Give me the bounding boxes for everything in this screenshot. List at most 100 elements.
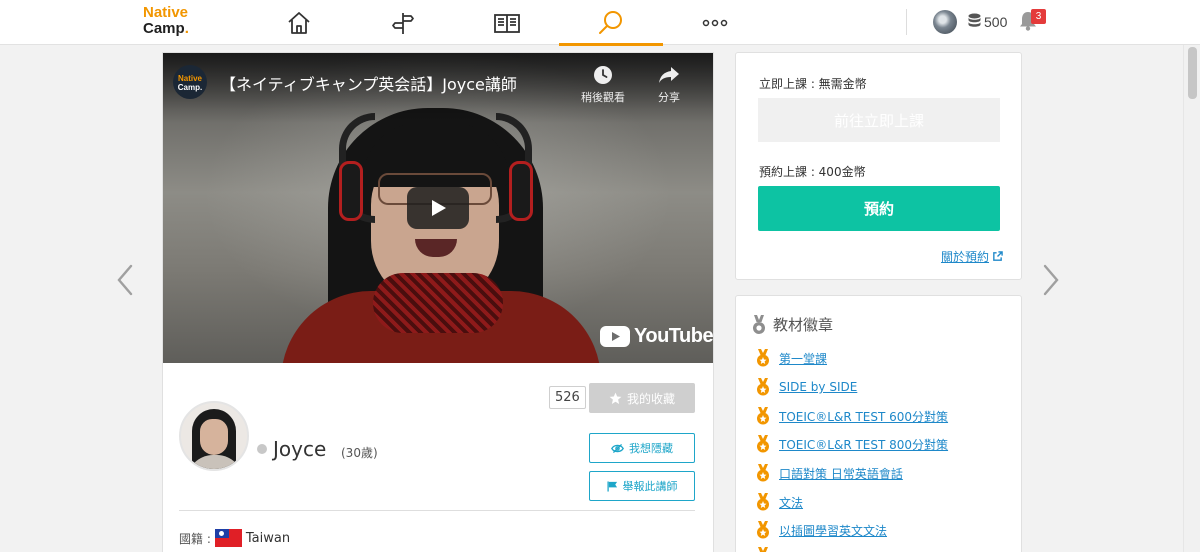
logo-line-2: Camp bbox=[143, 20, 185, 37]
flag-icon bbox=[606, 480, 617, 492]
badge-label: SIDE by SIDE bbox=[779, 380, 858, 394]
intro-video-player[interactable]: Native Camp. 【ネイティブキャンプ英会話】Joyce講師 稍後觀看 … bbox=[163, 53, 713, 363]
textbook-badges-card: 教材徽章 第一堂課 SIDE by SIDE TOEIC®L&R TEST 60… bbox=[735, 295, 1022, 552]
youtube-wordmark: YouTube bbox=[634, 325, 713, 347]
nationality-country: Taiwan bbox=[245, 530, 291, 546]
badge-label: 文法 bbox=[779, 495, 804, 510]
chevron-right-icon bbox=[1043, 264, 1059, 296]
watch-later-button[interactable]: 稍後觀看 bbox=[581, 65, 625, 105]
previous-teacher-button[interactable] bbox=[113, 262, 137, 298]
coin-stack-icon bbox=[968, 13, 981, 27]
teacher-avatar bbox=[179, 401, 249, 471]
nav-search[interactable] bbox=[559, 0, 663, 46]
favorite-count: 526 bbox=[549, 386, 586, 409]
badge-label: TOEIC®L&R TEST 800分對策 bbox=[779, 437, 949, 452]
report-teacher-button[interactable]: 舉報此講師 bbox=[589, 471, 695, 501]
play-icon bbox=[432, 200, 446, 216]
orange-medal-icon bbox=[757, 435, 769, 453]
badges-header: 教材徽章 bbox=[752, 314, 833, 335]
coin-count: 500 bbox=[984, 14, 1008, 30]
reserve-lesson-label: 預約上課 : 400金幣 bbox=[759, 165, 866, 179]
badges-title: 教材徽章 bbox=[773, 316, 834, 334]
search-icon bbox=[599, 10, 622, 34]
badge-item[interactable]: 第一堂課 bbox=[756, 349, 827, 367]
about-reservation-label: 關於預約 bbox=[940, 250, 989, 264]
signpost-icon bbox=[392, 12, 414, 34]
scrollbar-thumb[interactable] bbox=[1188, 47, 1197, 99]
avatar-face bbox=[200, 419, 228, 455]
badge-item[interactable] bbox=[756, 547, 770, 552]
orange-medal-icon bbox=[757, 521, 769, 539]
orange-medal-icon bbox=[757, 378, 769, 396]
booking-card: 立即上課 : 無需金幣 前往立即上課 預約上課 : 400金幣 預約 關於預約 bbox=[735, 52, 1022, 280]
report-teacher-label: 舉報此講師 bbox=[622, 480, 678, 493]
about-reservation-link[interactable]: 關於預約 bbox=[941, 248, 1003, 265]
badge-item[interactable]: TOEIC®L&R TEST 800分對策 bbox=[756, 435, 948, 453]
orange-medal-icon bbox=[758, 547, 768, 552]
nav-textbook[interactable] bbox=[455, 0, 559, 45]
logo-dot: . bbox=[184, 20, 189, 37]
logo-line-1: Native bbox=[143, 4, 189, 21]
teacher-card: Native Camp. 【ネイティブキャンプ英会話】Joyce講師 稍後觀看 … bbox=[162, 52, 714, 552]
home-icon bbox=[288, 11, 310, 34]
share-button[interactable]: 分享 bbox=[658, 65, 680, 105]
badge-item[interactable]: 口語對策 日常英語會話 bbox=[756, 464, 903, 482]
youtube-logo[interactable]: YouTube bbox=[600, 325, 713, 348]
watch-later-label: 稍後觀看 bbox=[581, 91, 625, 104]
orange-medal-icon bbox=[757, 349, 769, 367]
favorite-button-label: 我的收藏 bbox=[626, 391, 675, 406]
channel-logo-line-1: Native bbox=[177, 74, 202, 83]
favorite-button[interactable]: 我的收藏 bbox=[589, 383, 695, 413]
headphone-ear-left bbox=[339, 161, 363, 221]
teacher-profile: Joyce (30歲) 526 我的收藏 我想隱藏 舉報此講師 國籍 : Tai… bbox=[163, 363, 713, 552]
online-status-dot bbox=[257, 444, 267, 454]
youtube-play-icon bbox=[600, 326, 630, 347]
badge-item[interactable]: SIDE by SIDE bbox=[756, 378, 857, 396]
nav-home[interactable] bbox=[247, 0, 351, 45]
share-icon bbox=[659, 67, 679, 83]
video-person-scarf bbox=[373, 273, 503, 333]
share-label: 分享 bbox=[658, 91, 680, 104]
badge-item[interactable]: 以插圖學習英文文法 bbox=[756, 521, 887, 539]
page-scrollbar[interactable] bbox=[1183, 45, 1200, 552]
native-camp-logo[interactable]: Native Camp. bbox=[143, 5, 189, 37]
chevron-left-icon bbox=[117, 264, 133, 296]
channel-logo-line-2: Camp. bbox=[177, 83, 203, 92]
user-avatar[interactable] bbox=[933, 10, 957, 34]
nav-guide[interactable] bbox=[351, 0, 455, 45]
clock-icon bbox=[594, 66, 612, 84]
orange-medal-icon bbox=[757, 464, 769, 482]
instant-lesson-button[interactable]: 前往立即上課 bbox=[758, 98, 1000, 142]
headphone-ear-right bbox=[509, 161, 533, 221]
more-icon bbox=[702, 19, 728, 26]
profile-divider bbox=[179, 510, 695, 511]
instant-lesson-label: 立即上課 : 無需金幣 bbox=[759, 77, 867, 91]
notification-badge: 3 bbox=[1031, 9, 1046, 24]
book-icon bbox=[494, 13, 520, 33]
play-button[interactable] bbox=[407, 187, 469, 229]
orange-medal-icon bbox=[757, 493, 769, 511]
next-teacher-button[interactable] bbox=[1039, 262, 1063, 298]
star-icon bbox=[609, 392, 622, 404]
channel-logo[interactable]: Native Camp. bbox=[173, 65, 207, 99]
badge-label: TOEIC®L&R TEST 600分對策 bbox=[779, 409, 949, 424]
hide-teacher-label: 我想隱藏 bbox=[629, 442, 673, 455]
reserve-button[interactable]: 預約 bbox=[758, 186, 1000, 231]
nationality-label: 國籍 : bbox=[179, 531, 211, 546]
nationality-row: 國籍 : Taiwan bbox=[179, 529, 290, 547]
badge-label: 以插圖學習英文文法 bbox=[779, 523, 888, 538]
top-header: Native Camp. 500 3 bbox=[0, 0, 1200, 46]
eye-slash-icon bbox=[611, 443, 624, 453]
badge-label: 第一堂課 bbox=[779, 351, 828, 366]
nav-more[interactable] bbox=[663, 0, 767, 45]
badge-label: 口語對策 日常英語會話 bbox=[779, 466, 903, 481]
header-divider bbox=[906, 9, 907, 35]
medal-icon bbox=[753, 314, 765, 334]
hide-teacher-button[interactable]: 我想隱藏 bbox=[589, 433, 695, 463]
external-link-icon bbox=[993, 251, 1003, 261]
video-title[interactable]: 【ネイティブキャンプ英会話】Joyce講師 bbox=[220, 71, 517, 95]
orange-medal-icon bbox=[757, 407, 769, 425]
badge-item[interactable]: 文法 bbox=[756, 493, 803, 511]
badge-item[interactable]: TOEIC®L&R TEST 600分對策 bbox=[756, 407, 948, 425]
teacher-age: (30歲) bbox=[341, 446, 378, 460]
